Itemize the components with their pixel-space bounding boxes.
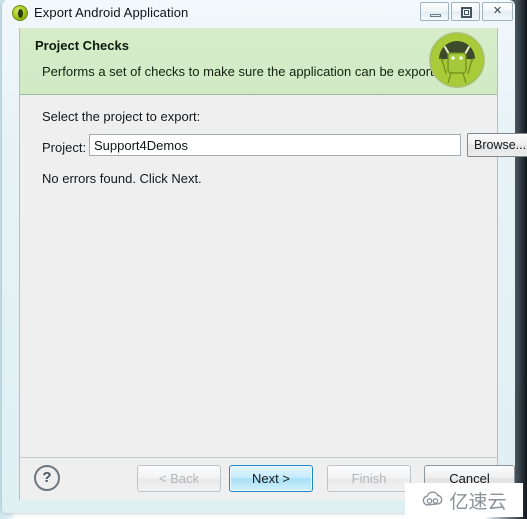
project-label: Project: [42,140,87,155]
window-title: Export Android Application [34,5,189,20]
minimize-button[interactable] [420,2,449,21]
restore-icon [461,7,472,18]
back-button: < Back [137,465,221,492]
watermark-text: 亿速云 [449,490,507,513]
status-message: No errors found. Click Next. [42,171,202,186]
close-icon: ✕ [492,5,503,17]
cloud-logo-icon [423,491,443,506]
dialog-content: Select the project to export: Project: B… [20,95,527,457]
select-project-label: Select the project to export: [42,109,201,124]
title-bar[interactable]: Export Android Application ✕ [2,0,515,28]
finish-button: Finish [327,465,411,492]
help-button[interactable]: ? [34,465,60,491]
project-input[interactable] [89,134,461,156]
page-description: Performs a set of checks to make sure th… [42,64,452,79]
close-button[interactable]: ✕ [482,2,513,21]
maximize-button[interactable] [451,2,480,21]
export-dialog: Project Checks Performs a set of checks … [19,28,527,500]
window-frame: Export Android Application ✕ Project Che… [2,0,527,513]
dialog-header: Project Checks Performs a set of checks … [20,28,497,95]
watermark: 亿速云 [405,483,523,517]
next-button[interactable]: Next > [229,465,313,492]
android-export-icon [12,5,28,21]
android-robot-icon [429,32,485,88]
browse-button[interactable]: Browse... [467,133,527,157]
page-title: Project Checks [35,38,129,53]
desktop-background: Export Android Application ✕ Project Che… [0,0,527,519]
minimize-icon [430,14,441,17]
